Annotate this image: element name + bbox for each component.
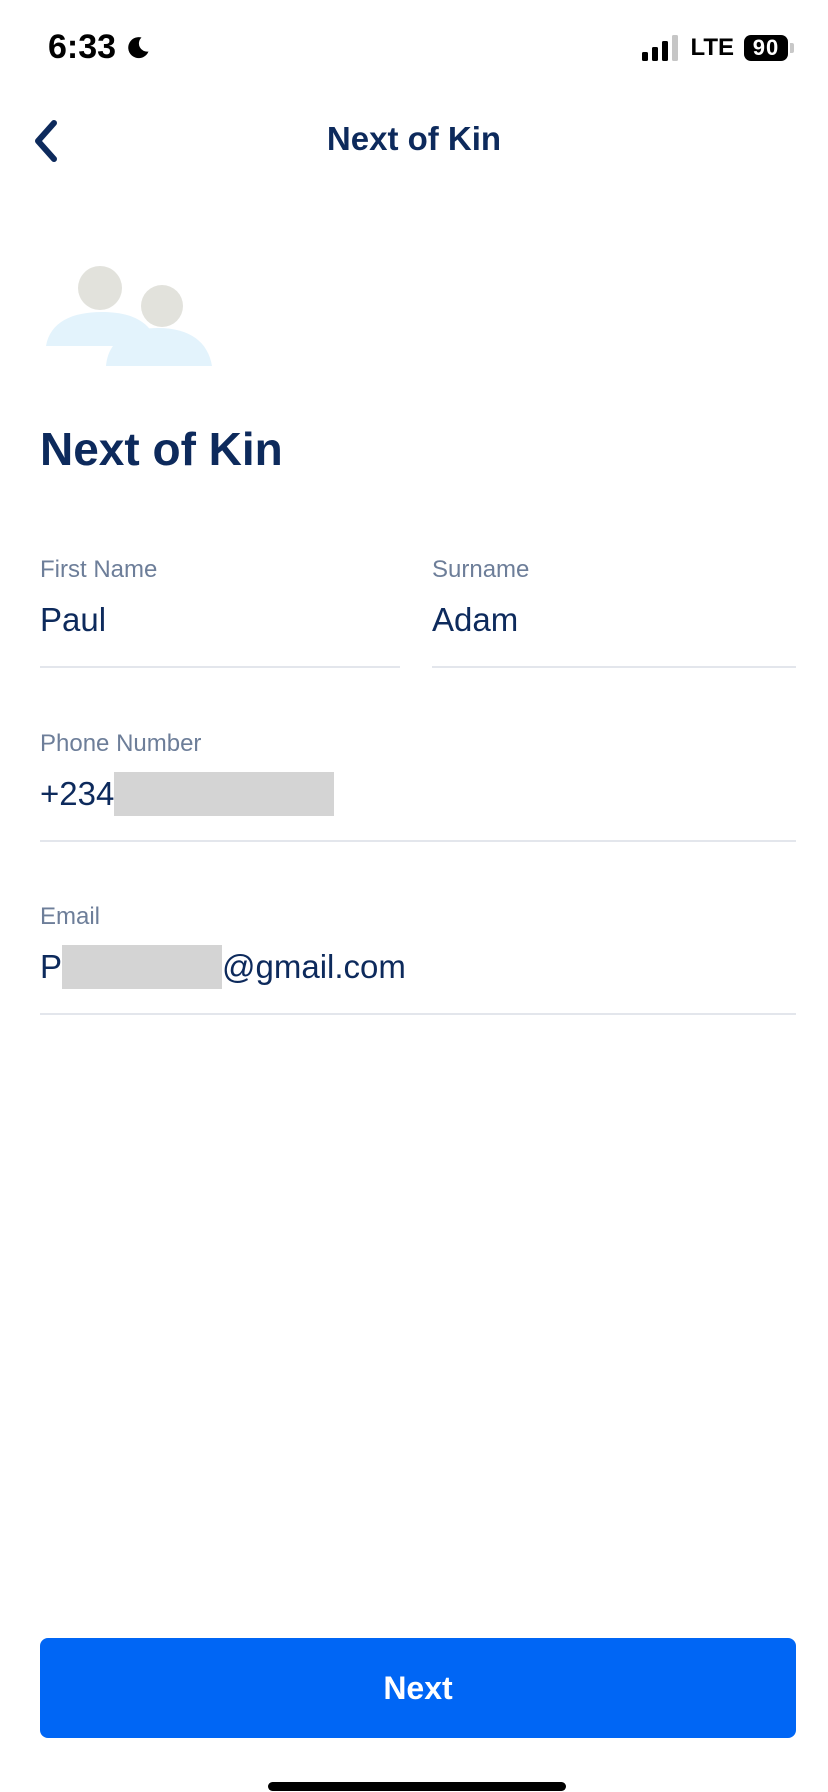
first-name-field[interactable]: First Name Paul — [40, 556, 400, 668]
network-type: LTE — [690, 34, 734, 61]
clock-text: 6:33 — [48, 28, 117, 66]
moon-icon — [128, 36, 149, 58]
surname-field[interactable]: Surname Adam — [432, 556, 796, 668]
first-name-label: First Name — [40, 556, 158, 583]
phone-number-field[interactable]: Phone Number +234 — [40, 730, 796, 842]
email-input[interactable]: P @gmail.com — [40, 945, 796, 989]
nav-title: Next of Kin — [326, 120, 502, 157]
battery-cap — [790, 43, 794, 53]
phone-number-label: Phone Number — [40, 730, 202, 757]
email-prefix: P — [40, 948, 63, 985]
first-name-input[interactable]: Paul — [40, 598, 400, 642]
status-bar: 6:33 LTE 90 — [0, 0, 828, 100]
email-suffix: @gmail.com — [222, 948, 406, 985]
status-indicators: LTE 90 — [642, 34, 794, 62]
phone-prefix: +234 — [40, 775, 115, 812]
signal-icon — [642, 35, 679, 61]
people-icon — [46, 266, 212, 366]
home-indicator — [268, 1782, 566, 1791]
phone-number-input[interactable]: +234 — [40, 772, 796, 816]
page-title: Next of Kin — [40, 423, 283, 475]
battery-icon: 90 — [744, 35, 794, 61]
redacted-block — [62, 945, 223, 989]
battery-level: 90 — [744, 35, 788, 61]
redacted-block — [114, 772, 335, 816]
email-label: Email — [40, 903, 101, 930]
status-time: 6:33 — [48, 28, 152, 67]
email-field[interactable]: Email P @gmail.com — [40, 903, 796, 1015]
surname-label: Surname — [432, 556, 530, 583]
next-button[interactable]: Next — [40, 1638, 796, 1738]
surname-input[interactable]: Adam — [432, 598, 796, 642]
nav-header: Next of Kin — [0, 100, 828, 180]
